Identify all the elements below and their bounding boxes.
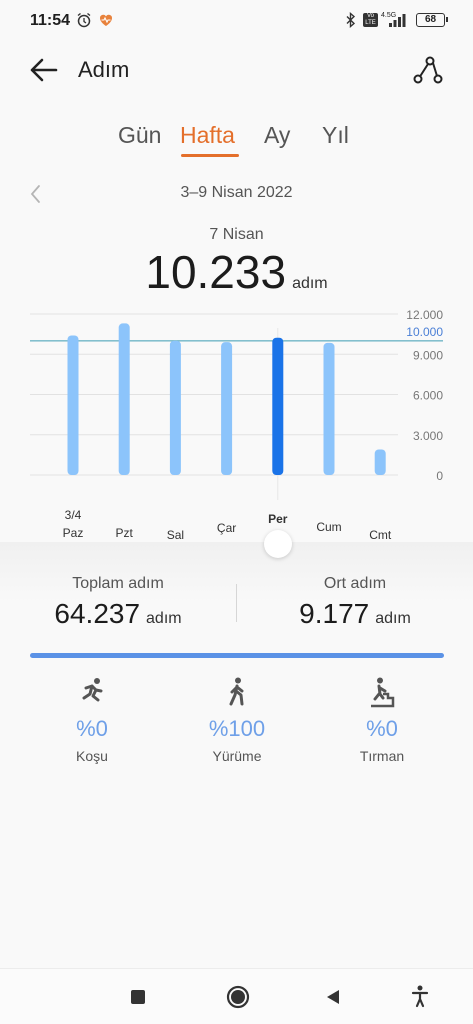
x-tick-label: Sal [167, 528, 184, 542]
bar-paz[interactable] [67, 335, 79, 475]
date-range: 3–9 Nisan 2022 [180, 184, 293, 201]
total-steps-label: Toplam adım [72, 575, 164, 592]
bar-cmt[interactable] [374, 449, 386, 475]
x-tick-label: Paz [63, 526, 84, 540]
bar-per[interactable] [272, 337, 284, 475]
chart-selector-handle[interactable] [264, 530, 292, 558]
average-steps-value-row: 9.177 adım [237, 598, 473, 630]
x-tick-label: Cum [316, 520, 341, 534]
y-tick-label: 9.000 [413, 348, 443, 362]
total-steps-unit: adım [146, 610, 182, 627]
y-tick-label: 6.000 [413, 389, 443, 403]
x-tick-label: Per [268, 512, 288, 526]
x-tick-label: Çar [217, 521, 236, 535]
climbing-percent: %0 [366, 716, 398, 741]
y-tick-label: 12.000 [406, 308, 443, 322]
recent-apps-square-icon[interactable] [129, 988, 147, 1006]
health-heart-icon [99, 14, 113, 26]
average-steps-value: 9.177 [299, 598, 370, 629]
back-triangle-icon[interactable] [324, 988, 342, 1006]
activity-running[interactable]: %0 Koşu [13, 676, 171, 764]
tab-year[interactable]: Yıl [322, 122, 349, 149]
battery-indicator: 68 [416, 13, 448, 27]
selected-date: 7 Nisan [209, 226, 264, 243]
bar-sal[interactable] [169, 340, 181, 475]
period-tabs: Gün Hafta Ay Yıl [0, 122, 473, 162]
tab-week[interactable]: Hafta [180, 122, 235, 149]
volte-badge: Vo LTE [363, 13, 378, 27]
accessibility-icon[interactable] [410, 984, 430, 1008]
climbing-label: Tırman [359, 748, 405, 764]
tab-day[interactable]: Gün [118, 122, 161, 149]
walking-percent: %100 [208, 716, 266, 741]
back-button[interactable] [26, 54, 60, 86]
climbing-icon [371, 677, 395, 708]
average-steps-label: Ort adım [323, 575, 387, 592]
system-nav-bar [0, 968, 473, 1024]
selected-step-count: 10.233 [145, 246, 287, 298]
status-time: 11:54 [30, 12, 71, 29]
selected-step-unit: adım [292, 275, 328, 292]
page-title: Adım [78, 57, 130, 82]
bar-cum[interactable] [323, 342, 335, 475]
walking-icon [229, 677, 244, 706]
home-circle-icon[interactable] [226, 985, 250, 1009]
x-tick-label: Cmt [369, 528, 392, 542]
x-tick-label: Pzt [116, 526, 134, 540]
route-icon[interactable] [410, 52, 446, 88]
total-steps-value: 64.237 [54, 598, 141, 629]
activity-walking[interactable]: %100 Yürüme [158, 676, 316, 764]
running-icon [82, 678, 103, 702]
y-tick-label: 3.000 [413, 429, 443, 443]
active-tab-indicator [181, 154, 239, 157]
bar-pzt[interactable] [118, 323, 130, 475]
bluetooth-icon [346, 12, 356, 28]
activity-climbing[interactable]: %0 Tırman [303, 676, 461, 764]
alarm-icon [77, 12, 91, 28]
running-percent: %0 [76, 716, 108, 741]
activity-distribution-bar [30, 653, 444, 658]
bar-çar[interactable] [221, 342, 233, 475]
signal-icon [389, 14, 406, 27]
tab-month[interactable]: Ay [264, 122, 290, 149]
goal-label: 10.000 [406, 325, 443, 339]
selected-value-row: 10.233 adım [0, 245, 473, 299]
weekly-steps-chart[interactable]: 0 3.000 6.000 9.000 12.000 10.000 Paz Pzt Sal Çar… [0, 300, 473, 550]
y-tick-label: 0 [436, 469, 443, 483]
status-bar: 11:54 Vo LTE 4.5G 68 [0, 0, 473, 42]
week-start-date-label: 3/4 [65, 508, 82, 522]
walking-label: Yürüme [212, 748, 262, 764]
average-steps-unit: adım [375, 610, 411, 627]
running-label: Koşu [76, 748, 108, 764]
total-steps-value-row: 64.237 adım [0, 598, 236, 630]
